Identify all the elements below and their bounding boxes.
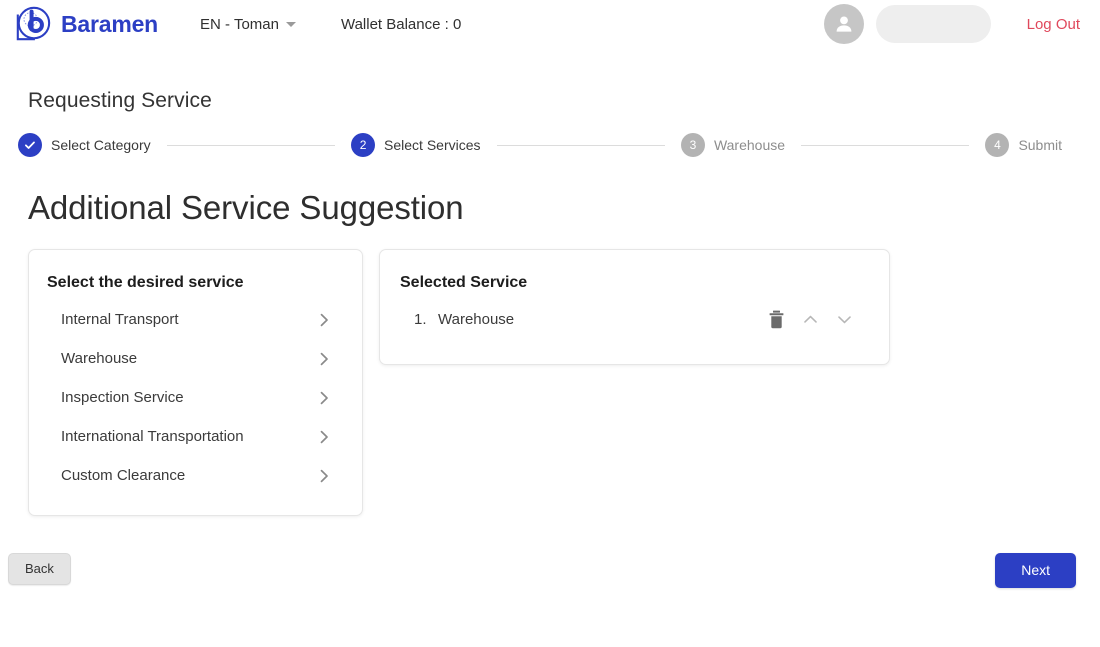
chevron-up-icon [803, 315, 817, 323]
step-submit[interactable]: 4 Submit [985, 133, 1062, 157]
logout-button[interactable]: Log Out [1027, 16, 1080, 33]
chevron-right-icon [320, 313, 328, 326]
step-4-bullet: 4 [985, 133, 1010, 157]
brand-logo-group[interactable]: Baramen [14, 5, 158, 43]
app-header: Baramen EN - Toman Wallet Balance : 0 Lo… [0, 0, 1100, 48]
language-currency-selector[interactable]: EN - Toman [200, 16, 296, 33]
selected-services-title: Selected Service [400, 274, 528, 291]
selected-service-row: 1. Warehouse [398, 298, 873, 340]
step-1-label: Select Category [51, 137, 151, 153]
delete-service-button[interactable] [765, 308, 787, 330]
page-title: Requesting Service [28, 89, 212, 112]
selected-service-label: Warehouse [438, 310, 515, 328]
selected-service-index: 1. [414, 310, 427, 328]
move-service-down-button[interactable] [833, 308, 855, 330]
next-button[interactable]: Next [995, 553, 1076, 588]
progress-stepper: Select Category 2 Select Services 3 Ware… [18, 133, 1072, 157]
chevron-right-icon [320, 391, 328, 404]
chevron-down-icon [837, 315, 851, 323]
service-row-custom-clearance[interactable]: Custom Clearance [45, 456, 346, 495]
wallet-balance: Wallet Balance : 0 [340, 15, 462, 33]
service-selection-area: Select the desired service Internal Tran… [28, 249, 1072, 516]
step-connector-3 [801, 144, 970, 146]
step-select-services[interactable]: 2 Select Services [351, 133, 481, 157]
step-3-label: Warehouse [713, 137, 786, 153]
language-selector-label: EN - Toman [200, 15, 279, 33]
service-label: Custom Clearance [61, 467, 186, 484]
step-select-category[interactable]: Select Category [18, 133, 151, 157]
service-row-internal-transport[interactable]: Internal Transport [45, 300, 346, 339]
service-label: Warehouse [61, 350, 138, 367]
step-2-label: Select Services [384, 137, 481, 153]
chevron-right-icon [320, 430, 328, 443]
service-label: Internal Transport [61, 311, 179, 328]
page-body: Requesting Service Select Category 2 Sel… [0, 89, 1100, 516]
move-service-up-button[interactable] [799, 308, 821, 330]
selected-services-card: Selected Service 1. Warehouse [379, 249, 890, 365]
username-placeholder [875, 5, 991, 43]
service-label: International Transportation [61, 428, 244, 445]
wizard-footer: Back Next [0, 553, 1100, 593]
step-connector-1 [166, 144, 336, 146]
service-row-international-transportation[interactable]: International Transportation [45, 417, 346, 456]
trash-icon [769, 310, 783, 328]
step-connector-2 [496, 144, 665, 146]
step-warehouse[interactable]: 3 Warehouse [680, 133, 786, 157]
check-icon [25, 141, 35, 149]
available-services-title: Select the desired service [47, 274, 244, 291]
step-1-bullet [18, 133, 42, 157]
service-row-inspection-service[interactable]: Inspection Service [45, 378, 346, 417]
service-label: Inspection Service [61, 389, 184, 406]
selected-service-actions [765, 308, 867, 330]
avatar[interactable] [823, 4, 864, 44]
header-right-group: Log Out [823, 0, 1100, 48]
chevron-down-icon [285, 21, 296, 27]
user-avatar-icon [836, 16, 852, 32]
step-4-label: Submit [1018, 137, 1063, 153]
available-services-card: Select the desired service Internal Tran… [28, 249, 363, 516]
back-button[interactable]: Back [8, 553, 71, 585]
chevron-right-icon [320, 469, 328, 482]
main-heading: Additional Service Suggestion [28, 189, 464, 226]
service-row-warehouse[interactable]: Warehouse [45, 339, 346, 378]
step-3-bullet: 3 [680, 133, 705, 157]
brand-name: Baramen [61, 10, 159, 37]
available-services-list: Internal Transport Warehouse Inspection … [45, 300, 346, 495]
step-2-bullet: 2 [351, 133, 376, 157]
chevron-right-icon [320, 352, 328, 365]
baramen-b-logo-icon [14, 5, 52, 43]
